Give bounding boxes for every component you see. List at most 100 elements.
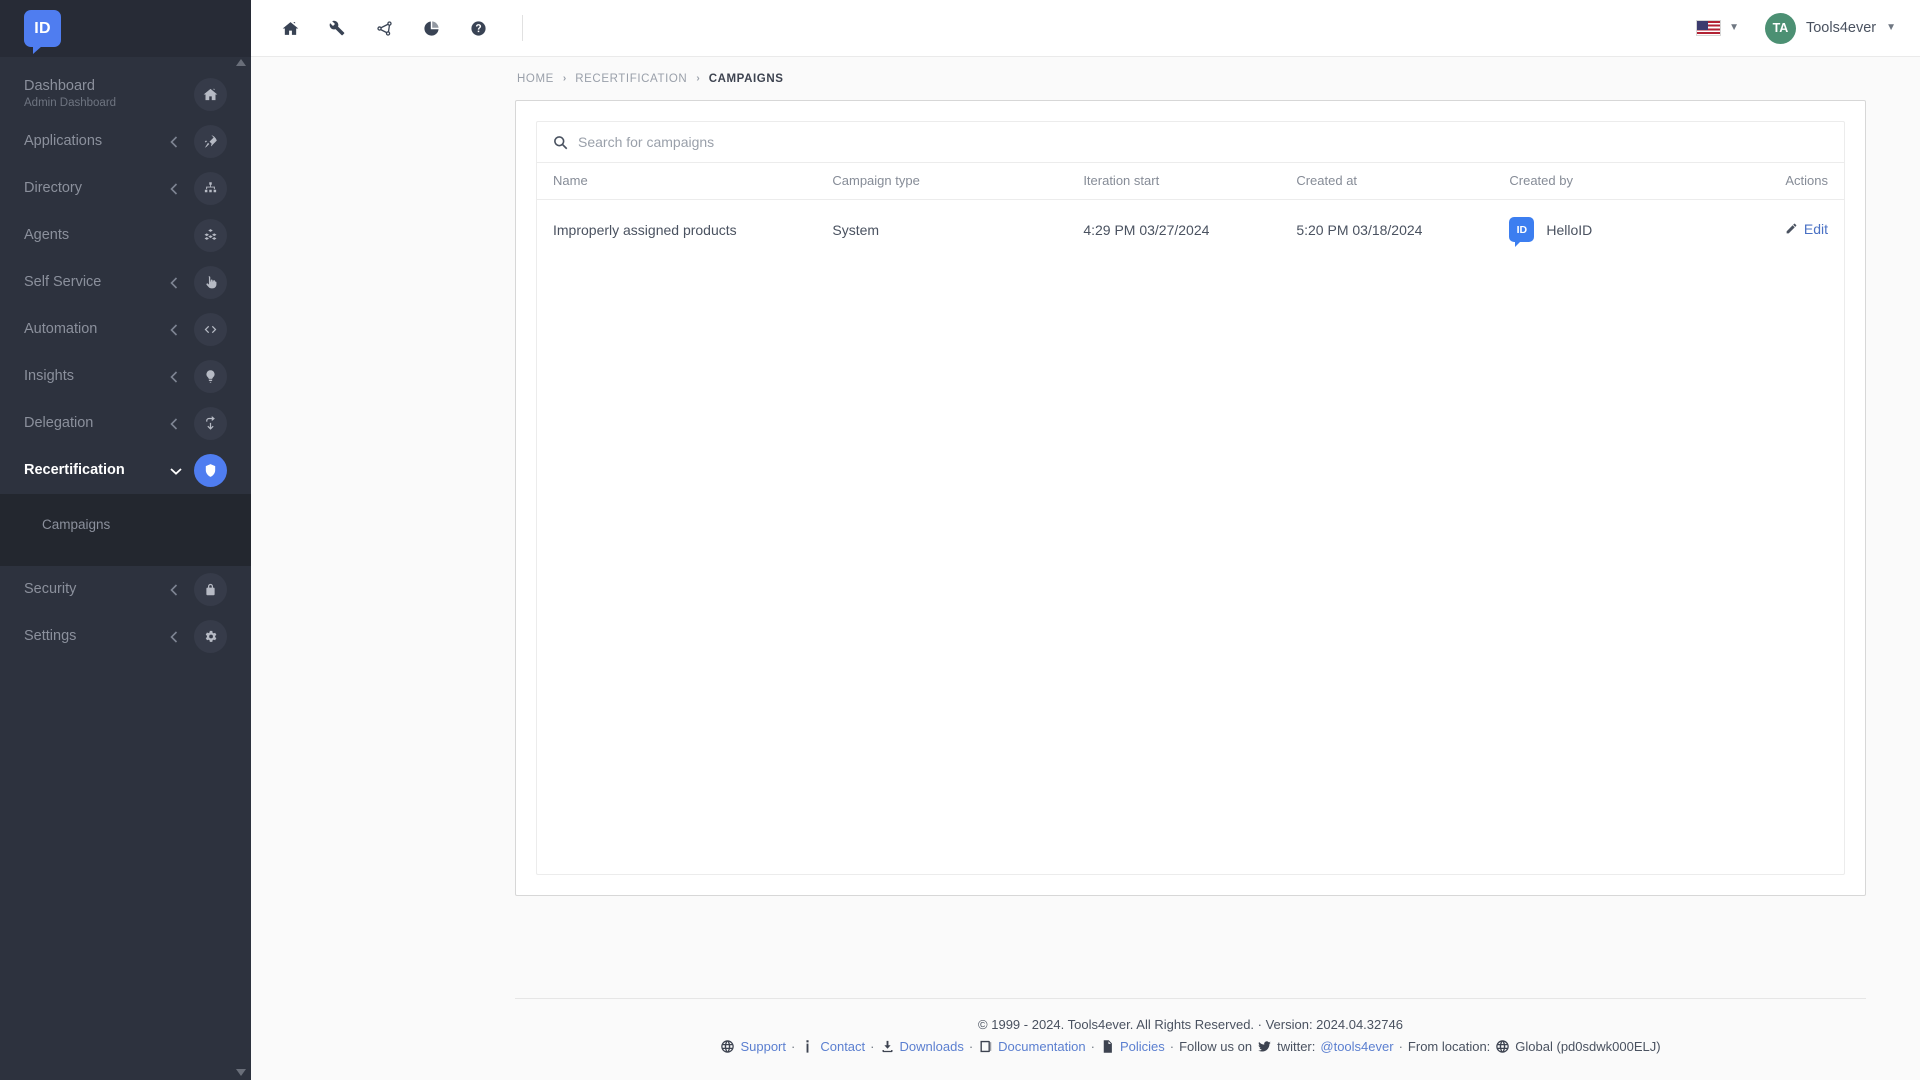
sidebar-item-dashboard[interactable]: Dashboard Admin Dashboard (0, 71, 251, 118)
scroll-down-arrow[interactable] (236, 1069, 246, 1076)
breadcrumb-item-home[interactable]: HOME (517, 73, 554, 85)
avatar-initials: TA (1772, 21, 1789, 35)
download-icon (880, 1039, 895, 1054)
table-row[interactable]: Improperly assigned products System 4:29 P… (537, 200, 1844, 260)
sidebar-item-label: Agents (24, 226, 70, 243)
helloid-logo[interactable]: ID (24, 10, 61, 54)
chevron-down-icon (170, 467, 182, 475)
sidebar-item-self-service[interactable]: Self Service (0, 259, 251, 306)
lock-icon (194, 573, 227, 606)
column-header-iteration-start: Iteration start (1083, 163, 1297, 200)
globe-icon (720, 1039, 735, 1054)
footer-separator: · (1090, 1039, 1095, 1054)
sidebar-item-label-wrap: Agents (24, 227, 170, 244)
footer-link-policies[interactable]: Policies (1120, 1039, 1165, 1054)
chevron-left-icon (170, 370, 180, 383)
cell-created-by: ID HelloID (1509, 200, 1736, 260)
footer-link-support[interactable]: Support (740, 1039, 786, 1054)
sidebar-item-automation[interactable]: Automation (0, 306, 251, 353)
file-icon (1100, 1039, 1115, 1054)
sidebar-nav-scroll[interactable]: Dashboard Admin Dashboard Applications Dire… (0, 57, 251, 1080)
breadcrumb-item-recertification[interactable]: RECERTIFICATION (575, 73, 687, 85)
column-header-campaign-type: Campaign type (832, 163, 1084, 200)
sidebar-item-label: Recertification (24, 461, 125, 478)
edit-label: Edit (1803, 220, 1828, 237)
table-body: Improperly assigned products System 4:29 P… (537, 200, 1844, 260)
sidebar-item-sublabel: Admin Dashboard (24, 97, 117, 110)
sidebar-item-security[interactable]: Security (0, 566, 251, 613)
us-flag-icon (1696, 20, 1722, 36)
chevron-left-icon (170, 630, 180, 643)
edit-button[interactable]: Edit (1785, 221, 1828, 237)
chevron-left-icon (170, 417, 180, 430)
scroll-up-arrow[interactable] (236, 59, 246, 66)
cubes-icon (194, 219, 227, 252)
chevron-left-icon (170, 135, 180, 148)
footer-link-contact[interactable]: Contact (820, 1039, 865, 1054)
cell-iteration-start: 4:29 PM 03/27/2024 (1083, 221, 1210, 238)
sidebar-subitem-label: Campaigns (42, 516, 111, 532)
sidebar-nav-list: Dashboard Admin Dashboard Applications Dire… (0, 71, 251, 660)
sidebar-item-label-wrap: Recertification (24, 462, 170, 479)
sidebar-item-applications[interactable]: Applications (0, 118, 251, 165)
shield-icon (194, 454, 227, 487)
pie-chart-icon[interactable] (414, 11, 448, 45)
info-icon (800, 1039, 815, 1054)
share-nodes-icon[interactable] (367, 11, 401, 45)
sidebar-item-insights[interactable]: Insights (0, 353, 251, 400)
home-icon[interactable] (273, 11, 307, 45)
wrench-icon[interactable] (320, 11, 354, 45)
footer-twitter-handle[interactable]: @tools4ever (1320, 1039, 1393, 1054)
user-name: Tools4ever (1805, 20, 1877, 36)
footer: © 1999 - 2024. Tools4ever. All Rights Re… (251, 998, 1920, 1080)
sidebar-item-label: Dashboard (24, 77, 95, 94)
helloid-mini-logo: ID (1509, 217, 1535, 247)
sidebar-item-label-wrap: Automation (24, 321, 170, 338)
cell-name: Improperly assigned products (553, 221, 737, 238)
book-icon (978, 1039, 993, 1054)
chevron-left-icon (170, 583, 180, 596)
table-head: Name Campaign type Iteration start Created … (537, 163, 1844, 200)
chevron-left-icon (170, 182, 180, 195)
sidebar-item-agents[interactable]: Agents (0, 212, 251, 259)
search-input[interactable] (578, 134, 1828, 150)
footer-link-downloads[interactable]: Downloads (900, 1039, 964, 1054)
helloid-logo-text: ID (34, 19, 51, 37)
arrow-turn-icon (194, 407, 227, 440)
user-menu[interactable]: TA Tools4ever ▼ (1764, 12, 1896, 44)
table-header-row: Name Campaign type Iteration start Created … (537, 163, 1844, 200)
footer-links: Support · Contact · Downloads · Documentation ·… (515, 1039, 1866, 1054)
sidebar-item-label: Settings (24, 627, 77, 644)
code-icon (194, 313, 227, 346)
chevron-down-icon: ▼ (1886, 22, 1896, 33)
sidebar-item-delegation[interactable]: Delegation (0, 400, 251, 447)
help-circle-icon[interactable] (461, 11, 495, 45)
sidebar-item-settings[interactable]: Settings (0, 613, 251, 660)
sidebar-subitem-campaigns[interactable]: Campaigns (0, 504, 251, 544)
footer-link-documentation[interactable]: Documentation (998, 1039, 1085, 1054)
column-header-created-at: Created at (1296, 163, 1510, 200)
sidebar-item-label: Delegation (24, 414, 94, 431)
sidebar-item-label-wrap: Dashboard Admin Dashboard (24, 78, 170, 111)
pencil-icon (1785, 222, 1798, 235)
footer-separator: · (1169, 1039, 1175, 1054)
sidebar: ID Dashboard Admin Dashboard Applications D… (0, 0, 251, 1080)
sidebar-item-label: Security (24, 580, 77, 597)
footer-follow-text: Follow us on (1179, 1039, 1253, 1054)
footer-location-value: Global (pd0sdwk000ELJ) (1515, 1039, 1661, 1054)
toolbar-icon-group (273, 11, 523, 45)
lightbulb-icon (194, 360, 227, 393)
main-area: ▼ TA Tools4ever ▼ HOME › RECERTIFICATION › C… (251, 0, 1920, 1080)
sidebar-item-label-wrap: Security (24, 581, 170, 598)
search-icon (553, 135, 568, 150)
sidebar-item-recertification[interactable]: Recertification (0, 447, 251, 494)
globe-icon (1495, 1039, 1510, 1054)
sidebar-item-directory[interactable]: Directory (0, 165, 251, 212)
chevron-left-icon (170, 323, 180, 336)
breadcrumb-separator: › (696, 73, 700, 84)
sidebar-item-label: Self Service (24, 273, 102, 290)
language-selector[interactable]: ▼ (1696, 20, 1739, 36)
content-region: NameCampaign typeIteration startCreated … (251, 100, 1920, 998)
sidebar-item-label: Applications (24, 132, 103, 149)
breadcrumb-separator: › (562, 73, 567, 84)
